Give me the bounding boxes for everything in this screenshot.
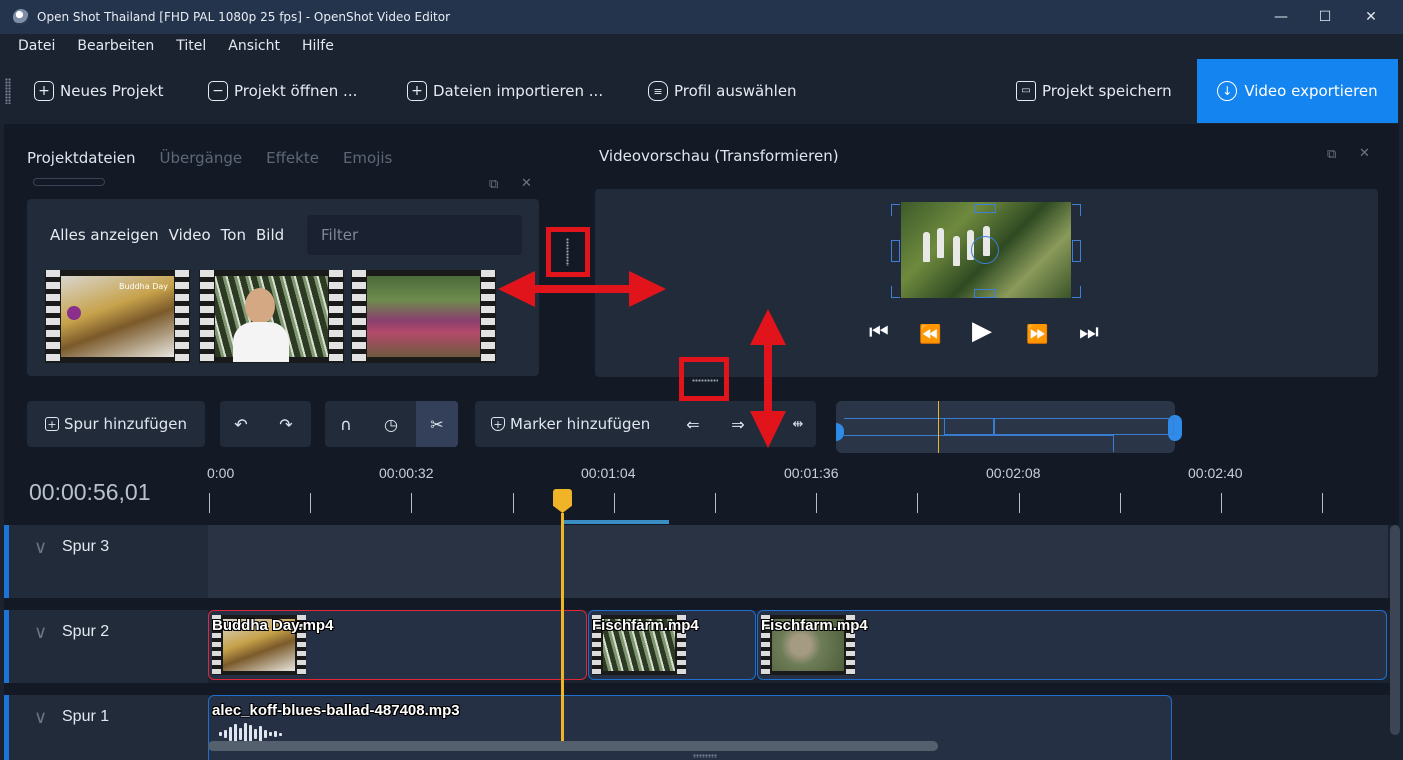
ruler-tick [816,493,818,513]
ruler-tick [1221,493,1222,513]
ruler-tick [209,493,210,513]
ruler-tick [411,493,413,513]
arrow-head-down [750,411,786,448]
arrow-head-left [498,271,535,307]
ruler-tick [715,493,716,513]
ruler-tick [1018,493,1020,513]
ruler-tick [613,493,615,513]
ruler-tick [917,493,919,513]
ruler-tick [1322,493,1324,513]
arrow-head-right [629,271,666,307]
ruler-tick [310,493,312,513]
openshot-window: Open Shot Thailand [FHD PAL 1080p 25 fps… [0,0,1403,760]
ruler-tick [512,493,514,513]
annotation-arrows [498,271,786,448]
ruler-tick [1119,493,1121,513]
arrow-head-up [750,309,786,345]
